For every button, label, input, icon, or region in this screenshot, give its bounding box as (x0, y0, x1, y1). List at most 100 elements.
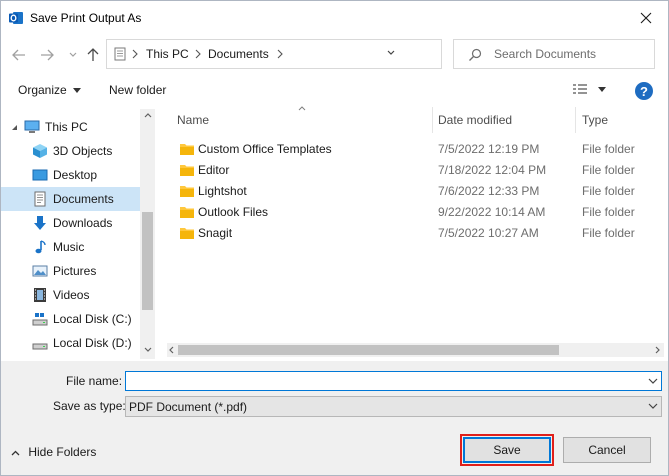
nav-item-3d-objects[interactable]: 3D Objects (1, 139, 141, 163)
recent-locations-button[interactable] (65, 47, 81, 63)
nav-label: Desktop (53, 168, 98, 182)
file-name-input[interactable] (125, 371, 662, 391)
nav-item-videos[interactable]: Videos (1, 283, 141, 307)
cube-icon (33, 144, 47, 158)
chevron-up-icon (11, 450, 20, 456)
file-name: Snagit (198, 226, 233, 240)
file-list-horizontal-scrollbar[interactable] (167, 343, 664, 357)
up-button[interactable] (85, 47, 101, 63)
file-row[interactable]: Snagit 7/5/2022 10:27 AM File folder (167, 222, 662, 243)
pc-icon (24, 120, 40, 133)
chevron-down-icon[interactable] (648, 376, 658, 386)
address-row: This PC Documents Search Documents (1, 33, 668, 75)
download-icon (34, 216, 46, 230)
address-bar[interactable]: This PC Documents (106, 39, 535, 69)
file-name: Custom Office Templates (198, 142, 332, 156)
nav-scrollbar[interactable] (140, 109, 155, 359)
music-icon (35, 240, 46, 254)
search-placeholder: Search Documents (494, 47, 597, 61)
column-divider[interactable] (432, 107, 433, 133)
file-row[interactable]: Lightshot 7/6/2022 12:33 PM File folder (167, 180, 662, 201)
chevron-down-icon (69, 52, 77, 57)
column-name[interactable]: Name (177, 113, 209, 127)
nav-label: Videos (53, 288, 90, 302)
file-name: Editor (198, 163, 230, 177)
save-as-type-value: PDF Document (*.pdf) (129, 400, 248, 414)
file-row[interactable]: Custom Office Templates 7/5/2022 12:19 P… (167, 138, 662, 159)
view-options-icon[interactable] (571, 83, 611, 97)
nav-label: This PC (45, 120, 88, 134)
folder-icon (180, 165, 194, 176)
sort-ascending-icon (298, 106, 306, 111)
column-date-modified[interactable]: Date modified (438, 113, 512, 127)
chevron-down-icon[interactable] (648, 401, 658, 411)
cancel-button[interactable]: Cancel (563, 437, 651, 463)
help-button[interactable]: ? (635, 82, 653, 100)
outlook-icon (9, 12, 23, 24)
document-icon (34, 191, 46, 207)
nav-item-this-pc[interactable]: This PC (1, 115, 141, 139)
scroll-right-icon[interactable] (655, 346, 660, 354)
title-bar: Save Print Output As (1, 1, 668, 33)
nav-item-music[interactable]: Music (1, 235, 141, 259)
chevron-down-icon[interactable] (387, 50, 395, 56)
documents-location-icon (114, 47, 126, 61)
file-type: File folder (582, 226, 635, 240)
column-divider[interactable] (575, 107, 576, 133)
forward-button[interactable] (39, 47, 55, 63)
file-type: File folder (582, 163, 635, 177)
toolbar: Organize New folder (1, 75, 668, 105)
caret-down-icon (73, 88, 82, 94)
organize-button[interactable]: Organize (18, 83, 82, 97)
file-name-label: File name: (66, 374, 123, 388)
organize-label: Organize (18, 83, 67, 97)
nav-label: Downloads (53, 216, 113, 230)
hide-folders-toggle[interactable]: Hide Folders (11, 445, 96, 459)
nav-label: Documents (53, 192, 114, 206)
nav-item-local-disk-d[interactable]: Local Disk (D:) (1, 331, 141, 355)
scroll-down-icon[interactable] (144, 347, 152, 352)
nav-label: Local Disk (D:) (53, 336, 132, 350)
folder-icon (180, 186, 194, 197)
file-date: 7/5/2022 10:27 AM (438, 226, 539, 240)
scroll-up-icon[interactable] (144, 113, 152, 118)
file-date: 7/18/2022 12:04 PM (438, 163, 547, 177)
file-name: Lightshot (198, 184, 247, 198)
nav-item-desktop[interactable]: Desktop (1, 163, 141, 187)
search-icon (469, 48, 482, 61)
nav-label: Local Disk (C:) (53, 312, 132, 326)
close-button[interactable] (626, 4, 666, 32)
file-type: File folder (582, 184, 635, 198)
search-box[interactable]: Search Documents (453, 39, 655, 69)
nav-item-downloads[interactable]: Downloads (1, 211, 141, 235)
arrow-up-icon (87, 48, 99, 61)
column-type[interactable]: Type (582, 113, 608, 127)
breadcrumb-documents[interactable]: Documents (208, 47, 269, 61)
save-button[interactable]: Save (460, 434, 554, 466)
nav-item-pictures[interactable]: Pictures (1, 259, 141, 283)
save-as-type-select[interactable]: PDF Document (*.pdf) (125, 396, 662, 417)
nav-label: Pictures (53, 264, 97, 278)
nav-label: Music (53, 240, 85, 254)
collapse-icon[interactable] (11, 124, 18, 131)
desktop-icon (32, 169, 48, 181)
drive-icon (32, 343, 48, 350)
video-icon (34, 288, 46, 302)
file-row[interactable]: Outlook Files 9/22/2022 10:14 AM File fo… (167, 201, 662, 222)
horizontal-scroll-thumb[interactable] (178, 345, 559, 355)
nav-item-documents[interactable]: Documents (1, 187, 140, 211)
breadcrumb-this-pc[interactable]: This PC (146, 47, 189, 61)
back-button[interactable] (11, 47, 27, 63)
navigation-pane: This PC 3D Objects Desktop Documents Dow… (1, 109, 155, 359)
nav-item-local-disk-c[interactable]: Local Disk (C:) (1, 307, 141, 331)
nav-scroll-thumb[interactable] (142, 212, 153, 310)
picture-icon (32, 265, 48, 277)
breadcrumb-separator-icon (195, 49, 201, 59)
file-date: 7/6/2022 12:33 PM (438, 184, 540, 198)
new-folder-button[interactable]: New folder (109, 83, 166, 97)
file-row[interactable]: Editor 7/18/2022 12:04 PM File folder (167, 159, 662, 180)
scroll-left-icon[interactable] (169, 346, 174, 354)
save-as-type-label: Save as type: (53, 399, 126, 413)
file-type: File folder (582, 142, 635, 156)
folder-icon (180, 228, 194, 239)
